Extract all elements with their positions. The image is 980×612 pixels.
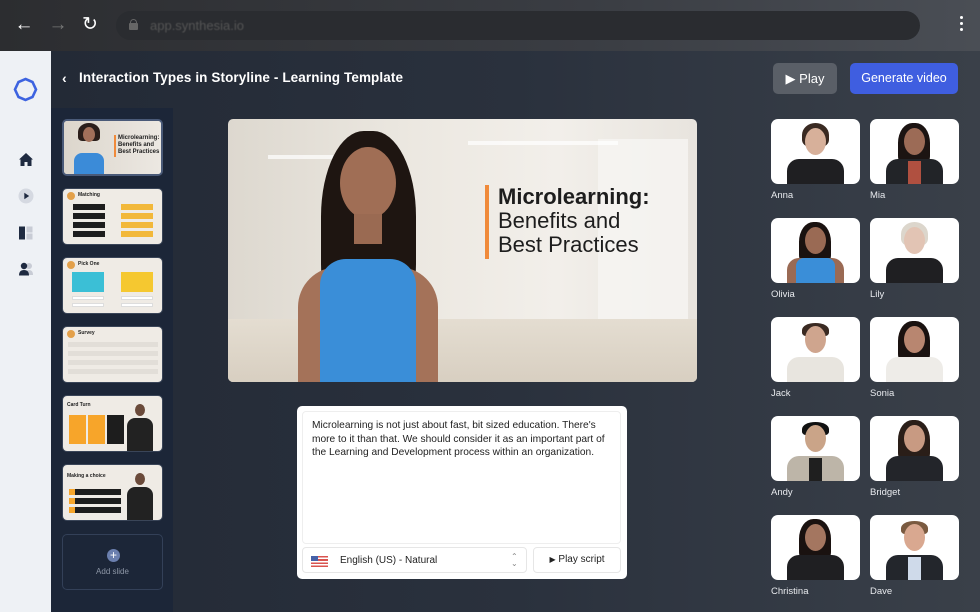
slide-title: Matching <box>78 192 100 198</box>
generate-video-button[interactable]: Generate video <box>850 63 958 94</box>
avatar-image <box>870 119 959 184</box>
slide-thumbnail-6[interactable]: Making a choice <box>62 464 163 521</box>
avatar-image <box>771 218 860 283</box>
avatars-icon[interactable] <box>16 259 36 279</box>
avatar-card-dave[interactable] <box>870 515 959 580</box>
avatar-name: Anna <box>771 190 794 201</box>
play-button[interactable]: ▶ Play <box>773 63 837 94</box>
presenter-avatar[interactable] <box>268 119 468 382</box>
slide-title: Card Turn <box>67 402 91 408</box>
avatar-image <box>870 515 959 580</box>
synthesia-logo-icon[interactable] <box>13 77 38 102</box>
browser-toolbar: ← → ↻ app.synthesia.io <box>0 0 980 51</box>
avatar-image <box>771 119 860 184</box>
slide-thumbnail-3[interactable]: Pick One <box>62 257 163 314</box>
avatar-image <box>870 218 959 283</box>
slide-heading[interactable]: Microlearning: Benefits and Best Practic… <box>498 185 650 257</box>
language-select[interactable]: English (US) - Natural ⌃ ⌄ <box>302 547 527 573</box>
avatar-name: Olivia <box>771 289 795 300</box>
chevron-updown-icon: ⌃ ⌄ <box>511 552 518 568</box>
avatar-name: Christina <box>771 586 809 597</box>
back-chevron-icon[interactable]: ‹ <box>62 70 67 86</box>
avatar-card-mia[interactable] <box>870 119 959 184</box>
slides-panel: Microlearning: Benefits and Best Practic… <box>51 108 173 612</box>
title-accent-bar <box>485 185 489 259</box>
forward-arrow-icon[interactable]: → <box>47 14 69 36</box>
lock-icon <box>129 19 138 30</box>
avatar-card-bridget[interactable] <box>870 416 959 481</box>
avatar-name: Lily <box>870 289 885 300</box>
avatar-name: Mia <box>870 190 886 201</box>
avatar-image <box>771 317 860 382</box>
avatar-image <box>771 416 860 481</box>
script-panel: Microlearning is not just about fast, bi… <box>297 406 627 579</box>
avatar-name: Bridget <box>870 487 901 498</box>
avatar-image <box>870 416 959 481</box>
add-slide-button[interactable]: + Add slide <box>62 534 163 590</box>
avatar-card-jack[interactable] <box>771 317 860 382</box>
avatar-name: Sonia <box>870 388 895 399</box>
slide-thumbnail-2[interactable]: Matching <box>62 188 163 245</box>
avatar-card-lily[interactable] <box>870 218 959 283</box>
script-textarea[interactable]: Microlearning is not just about fast, bi… <box>302 411 621 544</box>
address-bar[interactable]: app.synthesia.io <box>116 11 920 40</box>
us-flag-icon <box>311 556 328 567</box>
slide-thumbnail-1[interactable]: Microlearning: Benefits and Best Practic… <box>62 119 163 176</box>
play-icon: ▶ <box>785 71 796 86</box>
slide-thumbnail-5[interactable]: Card Turn <box>62 395 163 452</box>
browser-menu-icon[interactable] <box>960 16 964 34</box>
avatar-card-andy[interactable] <box>771 416 860 481</box>
avatar-name: Dave <box>870 586 893 597</box>
avatar-name: Andy <box>771 487 793 498</box>
avatar-card-anna[interactable] <box>771 119 860 184</box>
play-icon: ▶ <box>549 555 556 564</box>
slide-canvas[interactable]: Microlearning: Benefits and Best Practic… <box>228 119 697 382</box>
avatar-image <box>870 317 959 382</box>
slide-thumbnail-4[interactable]: Survey <box>62 326 163 383</box>
avatar-card-christina[interactable] <box>771 515 860 580</box>
videos-play-icon[interactable] <box>16 186 36 206</box>
slide-title: Making a choice <box>67 473 106 479</box>
slide-title: Microlearning: Benefits and Best Practic… <box>118 135 160 155</box>
templates-icon[interactable] <box>16 223 36 243</box>
url-text: app.synthesia.io <box>150 18 244 33</box>
back-arrow-icon[interactable]: ← <box>13 14 35 36</box>
project-title[interactable]: Interaction Types in Storyline - Learnin… <box>79 70 403 85</box>
avatar-name: Jack <box>771 388 791 399</box>
left-nav <box>0 51 51 612</box>
play-script-button[interactable]: ▶ Play script <box>533 547 621 573</box>
avatar-card-sonia[interactable] <box>870 317 959 382</box>
avatar-image <box>771 515 860 580</box>
plus-icon: + <box>107 549 120 562</box>
slide-title: Survey <box>78 330 95 336</box>
editor: ‹ Interaction Types in Storyline - Learn… <box>51 51 980 612</box>
home-icon[interactable] <box>16 150 36 170</box>
slide-title: Pick One <box>78 261 100 267</box>
avatar-card-olivia[interactable] <box>771 218 860 283</box>
reload-icon[interactable]: ↻ <box>79 14 101 36</box>
